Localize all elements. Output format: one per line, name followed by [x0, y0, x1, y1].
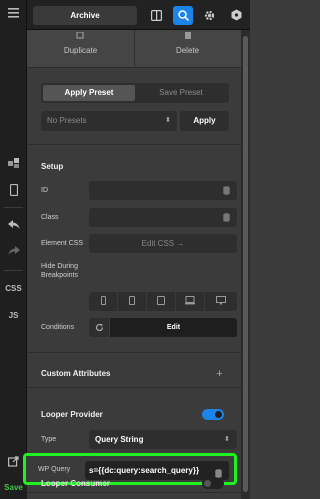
hamburger-menu-icon[interactable]	[0, 8, 27, 21]
conditions-label: Conditions	[41, 324, 75, 331]
breakpoint-xs-toggle[interactable]	[89, 292, 117, 311]
section-divider	[27, 352, 241, 353]
presets-select-value: No Presets	[47, 116, 87, 125]
breakpoint-lg-toggle[interactable]	[176, 292, 204, 311]
hide-breakpoints-label-line1: Hide During	[41, 263, 78, 270]
breakpoint-md-toggle[interactable]	[147, 292, 175, 311]
database-icon[interactable]	[223, 213, 230, 224]
top-toolbar: Archive	[27, 0, 250, 30]
looper-consumer-heading: Looper Consumer	[41, 479, 110, 488]
looper-provider-toggle[interactable]	[202, 409, 224, 420]
toggle-knob	[204, 480, 211, 487]
id-input[interactable]	[89, 181, 237, 200]
duplicate-button[interactable]: Duplicate	[27, 30, 134, 68]
gear-icon[interactable]	[199, 6, 219, 25]
refresh-icon[interactable]	[89, 318, 109, 337]
archive-button[interactable]: Archive	[33, 6, 137, 25]
elements-cubes-icon[interactable]	[0, 157, 27, 172]
element-css-label: Element CSS	[41, 240, 84, 247]
presets-select[interactable]: No Presets ⬍	[41, 111, 177, 131]
type-select-value: Query String	[95, 435, 144, 444]
duplicate-delete-bar: Duplicate Delete	[27, 30, 241, 68]
hexagon-icon[interactable]	[226, 6, 246, 25]
desktop-icon	[216, 296, 226, 305]
breakpoint-xl-toggle[interactable]	[205, 292, 237, 311]
tab-save-preset[interactable]: Save Preset	[135, 85, 227, 101]
phone-icon	[100, 296, 106, 305]
toggle-knob	[215, 411, 222, 418]
section-divider	[27, 492, 241, 493]
trash-icon	[134, 32, 241, 41]
redo-icon[interactable]	[0, 246, 27, 259]
search-icon[interactable]	[173, 6, 193, 25]
css-button[interactable]: CSS	[0, 284, 27, 293]
delete-button[interactable]: Delete	[134, 30, 241, 68]
columns-icon[interactable]	[146, 6, 166, 25]
edit-css-button[interactable]: Edit CSS →	[89, 234, 237, 253]
tablet-icon	[157, 296, 165, 305]
copy-icon	[27, 31, 134, 41]
type-label: Type	[41, 436, 57, 443]
inspector-panel: Duplicate Delete Apply Preset Save Prese…	[23, 30, 241, 499]
chevron-up-down-icon: ⬍	[224, 436, 230, 443]
apply-preset-button[interactable]: Apply	[180, 111, 229, 131]
looper-consumer-toggle[interactable]	[202, 478, 224, 489]
looper-provider-heading: Looper Provider	[41, 410, 103, 419]
hide-breakpoints-label-line2: Breakpoints	[41, 272, 78, 279]
setup-heading: Setup	[41, 162, 64, 171]
phone-large-icon	[129, 296, 135, 305]
mobile-device-icon[interactable]	[0, 184, 27, 199]
database-icon[interactable]	[223, 186, 230, 197]
undo-icon[interactable]	[0, 220, 27, 233]
section-divider	[27, 144, 241, 145]
conditions-edit-button[interactable]: Edit	[110, 318, 237, 337]
wp-query-label: WP Query	[38, 466, 71, 473]
duplicate-label: Duplicate	[63, 46, 98, 55]
tab-apply-preset[interactable]: Apply Preset	[43, 85, 135, 101]
custom-attributes-heading: Custom Attributes	[41, 369, 111, 378]
add-attribute-plus-icon[interactable]: +	[214, 369, 225, 380]
delete-label: Delete	[175, 46, 200, 55]
js-button[interactable]: JS	[0, 311, 27, 320]
class-label: Class	[41, 214, 59, 221]
rail-divider	[4, 207, 23, 208]
type-select[interactable]: Query String ⬍	[89, 430, 237, 449]
rail-divider	[4, 270, 23, 271]
wp-query-value: s={{dc:query:search_query}}	[89, 466, 200, 475]
breakpoint-sm-toggle[interactable]	[118, 292, 146, 311]
chevron-up-down-icon: ⬍	[165, 117, 171, 124]
class-input[interactable]	[89, 208, 237, 227]
id-label: ID	[41, 187, 48, 194]
left-rail: CSS JS Save	[0, 0, 27, 499]
laptop-icon	[185, 296, 195, 305]
section-divider	[27, 387, 241, 388]
preset-tabs: Apply Preset Save Preset	[41, 83, 229, 103]
scrollbar-thumb[interactable]	[243, 36, 248, 492]
